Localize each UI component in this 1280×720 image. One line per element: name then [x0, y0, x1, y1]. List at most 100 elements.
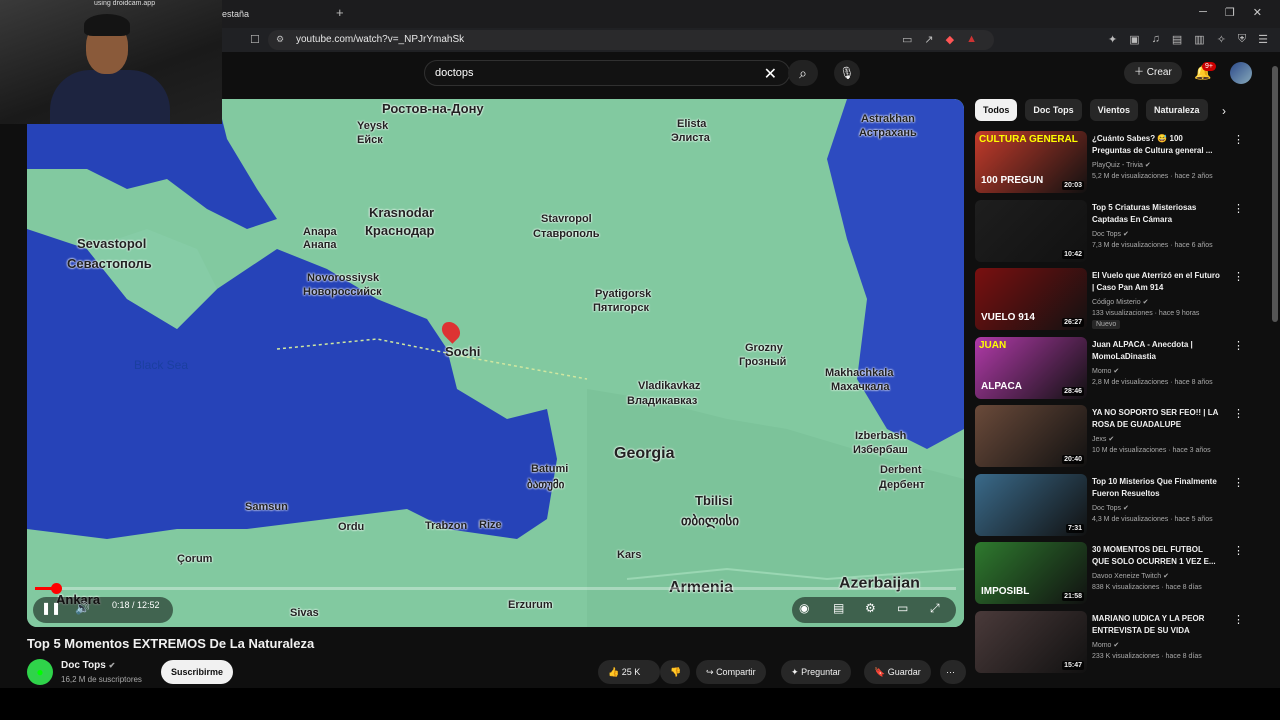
- video-thumbnail[interactable]: JUAN ALPACA 28:46: [975, 336, 1087, 399]
- recommendation-item[interactable]: IMPOSIBL 21:58 30 MOMENTOS DEL FUTBOL QUE …: [975, 542, 1265, 606]
- video-thumbnail[interactable]: IMPOSIBL 21:58: [975, 542, 1087, 604]
- extensions-icon[interactable]: ✦: [1108, 33, 1117, 46]
- account-avatar[interactable]: [1230, 62, 1252, 84]
- recommendation-title[interactable]: Top 5 Criaturas Misteriosas Captadas En …: [1092, 202, 1222, 226]
- video-thumbnail[interactable]: 7:31: [975, 473, 1087, 536]
- recommendation-item[interactable]: JUAN ALPACA 28:46 Juan ALPACA - Anecdota | …: [975, 336, 1265, 401]
- chip-vientos[interactable]: Vientos: [1089, 99, 1139, 121]
- bookmark-icon[interactable]: ☐: [250, 33, 260, 46]
- vpn-icon[interactable]: ⛨: [1238, 33, 1246, 46]
- search-button[interactable]: ⌕: [788, 60, 818, 86]
- settings-icon[interactable]: ⚙: [865, 601, 876, 615]
- clear-search-icon[interactable]: ✕: [764, 64, 777, 84]
- subscribe-button[interactable]: Suscribirme: [161, 660, 233, 684]
- recommendation-item[interactable]: 20:40 YA NO SOPORTO SER FEO!! | LA ROSA D…: [975, 405, 1265, 469]
- duration-badge: 28:46: [1062, 386, 1084, 396]
- more-options-icon[interactable]: ⋮: [1233, 613, 1244, 626]
- video-thumbnail[interactable]: 10:42: [975, 199, 1087, 262]
- more-options-icon[interactable]: ⋮: [1233, 476, 1244, 489]
- more-options-icon[interactable]: ⋮: [1233, 270, 1244, 283]
- screenshot-icon[interactable]: ▣: [1129, 33, 1139, 46]
- recommendation-channel[interactable]: Momo ✔: [1092, 641, 1119, 649]
- ai-icon[interactable]: ✧: [1217, 33, 1226, 46]
- search-input[interactable]: doctops: [435, 67, 474, 79]
- video-thumbnail[interactable]: VUELO 914 26:27: [975, 268, 1087, 330]
- share-button[interactable]: ↪ Compartir: [696, 660, 766, 684]
- recommendation-title[interactable]: Top 10 Misterios Que Finalmente Fueron R…: [1092, 476, 1222, 500]
- minimize-icon[interactable]: ─: [1199, 6, 1207, 19]
- thumbnail-text-bottom: IMPOSIBL: [981, 586, 1030, 597]
- cast-icon[interactable]: ▭: [902, 33, 912, 46]
- url-text[interactable]: youtube.com/watch?v=_NPJrYmahSk: [296, 34, 464, 45]
- recommendation-channel[interactable]: Código Misterio ✔: [1092, 298, 1148, 306]
- share-label: Compartir: [716, 667, 756, 677]
- share-icon[interactable]: ↗: [924, 33, 933, 46]
- pause-icon[interactable]: ❚❚: [41, 601, 61, 615]
- chip-todos[interactable]: Todos: [975, 99, 1018, 121]
- rewards-icon[interactable]: ▲: [966, 33, 977, 46]
- more-options-icon[interactable]: ⋮: [1233, 407, 1244, 420]
- site-info-icon[interactable]: ⚙: [276, 34, 284, 45]
- ask-button[interactable]: ✦ Preguntar: [781, 660, 851, 684]
- recommendation-item[interactable]: 10:42 Top 5 Criaturas Misteriosas Captada…: [975, 199, 1265, 264]
- recommendation-item[interactable]: VUELO 914 26:27 El Vuelo que Aterrizó en e…: [975, 268, 1265, 332]
- video-player[interactable]: Ростов-на-Дону Yeysk Ейск Elista Элиста …: [27, 99, 964, 627]
- menu-icon[interactable]: ☰: [1258, 33, 1268, 46]
- webcam-person-hair: [84, 14, 130, 36]
- music-icon[interactable]: ♫: [1152, 33, 1160, 46]
- scrollbar[interactable]: [1272, 66, 1278, 322]
- more-actions-button[interactable]: ⋯: [940, 660, 966, 684]
- map-label: Грозный: [739, 356, 787, 368]
- recommendation-channel[interactable]: Doc Tops ✔: [1092, 504, 1129, 512]
- recommendation-channel[interactable]: Jexs ✔: [1092, 435, 1114, 443]
- chip-doc-tops[interactable]: Doc Tops: [1025, 99, 1082, 121]
- chip-naturaleza[interactable]: Naturaleza: [1146, 99, 1208, 121]
- fullscreen-icon[interactable]: ⤢: [930, 601, 940, 616]
- recommendation-title[interactable]: MARIANO IUDICA Y LA PEOR ENTREVISTA DE S…: [1092, 613, 1222, 637]
- recommendation-title[interactable]: YA NO SOPORTO SER FEO!! | LA ROSA DE GUA…: [1092, 407, 1222, 431]
- duration-badge: 21:58: [1062, 592, 1084, 601]
- subtitles-icon[interactable]: ▤: [833, 601, 844, 615]
- channel-avatar[interactable]: ●: [27, 659, 53, 685]
- recommendation-title[interactable]: 30 MOMENTOS DEL FUTBOL QUE SOLO OCURREN …: [1092, 544, 1222, 568]
- more-options-icon[interactable]: ⋮: [1233, 133, 1244, 146]
- recommendation-channel[interactable]: Doc Tops ✔: [1092, 230, 1129, 238]
- video-thumbnail[interactable]: 15:47: [975, 610, 1087, 673]
- autoplay-toggle-icon[interactable]: ◉: [799, 601, 809, 615]
- recommendation-title[interactable]: El Vuelo que Aterrizó en el Futuro | Cas…: [1092, 270, 1222, 294]
- progress-scrubber[interactable]: [51, 583, 63, 594]
- more-options-icon[interactable]: ⋮: [1233, 202, 1244, 215]
- recommendation-channel[interactable]: Momo ✔: [1092, 367, 1119, 375]
- recommendation-title[interactable]: ¿Cuánto Sabes? 😅 100 Preguntas de Cultur…: [1092, 133, 1222, 157]
- search-box[interactable]: doctops ✕: [424, 60, 790, 86]
- like-button[interactable]: 👍 25 K: [598, 660, 660, 684]
- browser-tab[interactable]: estaña: [222, 4, 249, 24]
- create-button[interactable]: ＋ Crear: [1124, 62, 1182, 84]
- more-options-icon[interactable]: ⋮: [1233, 339, 1244, 352]
- restore-icon[interactable]: ❐: [1225, 6, 1235, 19]
- sparkle-icon: ✦: [791, 667, 799, 677]
- dislike-button[interactable]: 👎: [660, 660, 690, 684]
- recommendation-channel[interactable]: Davoo Xeneize Twitch ✔: [1092, 572, 1169, 580]
- map-label: Elista: [677, 118, 707, 130]
- volume-icon[interactable]: 🔊: [75, 601, 90, 615]
- close-icon[interactable]: ✕: [1253, 6, 1262, 19]
- theater-mode-icon[interactable]: ▭: [897, 601, 908, 615]
- sidebar-icon[interactable]: ▤: [1172, 33, 1182, 46]
- video-thumbnail[interactable]: 20:40: [975, 405, 1087, 467]
- voice-search-button[interactable]: 🎙: [834, 60, 860, 86]
- save-button[interactable]: 🔖 Guardar: [864, 660, 931, 684]
- recommendation-item[interactable]: 7:31 Top 10 Misterios Que Finalmente Fuer…: [975, 473, 1265, 538]
- new-tab-button[interactable]: +: [336, 5, 344, 20]
- recommendation-item[interactable]: CULTURA GENERAL 100 PREGUN 20:03 ¿Cuánto Sa…: [975, 131, 1265, 195]
- chevron-right-icon[interactable]: ›: [1222, 104, 1226, 118]
- video-thumbnail[interactable]: CULTURA GENERAL 100 PREGUN 20:03: [975, 131, 1087, 193]
- more-options-icon[interactable]: ⋮: [1233, 544, 1244, 557]
- progress-bar[interactable]: [35, 583, 956, 594]
- channel-name[interactable]: Doc Tops ✔: [61, 660, 115, 671]
- recommendation-title[interactable]: Juan ALPACA - Anecdota | MomoLaDinastia: [1092, 339, 1222, 363]
- wallet-icon[interactable]: ▥: [1194, 33, 1204, 46]
- recommendation-item[interactable]: 15:47 MARIANO IUDICA Y LA PEOR ENTREVISTA…: [975, 610, 1265, 675]
- brave-shield-icon[interactable]: ◆: [946, 33, 954, 46]
- recommendation-channel[interactable]: PlayQuiz - Trivia ✔: [1092, 161, 1151, 169]
